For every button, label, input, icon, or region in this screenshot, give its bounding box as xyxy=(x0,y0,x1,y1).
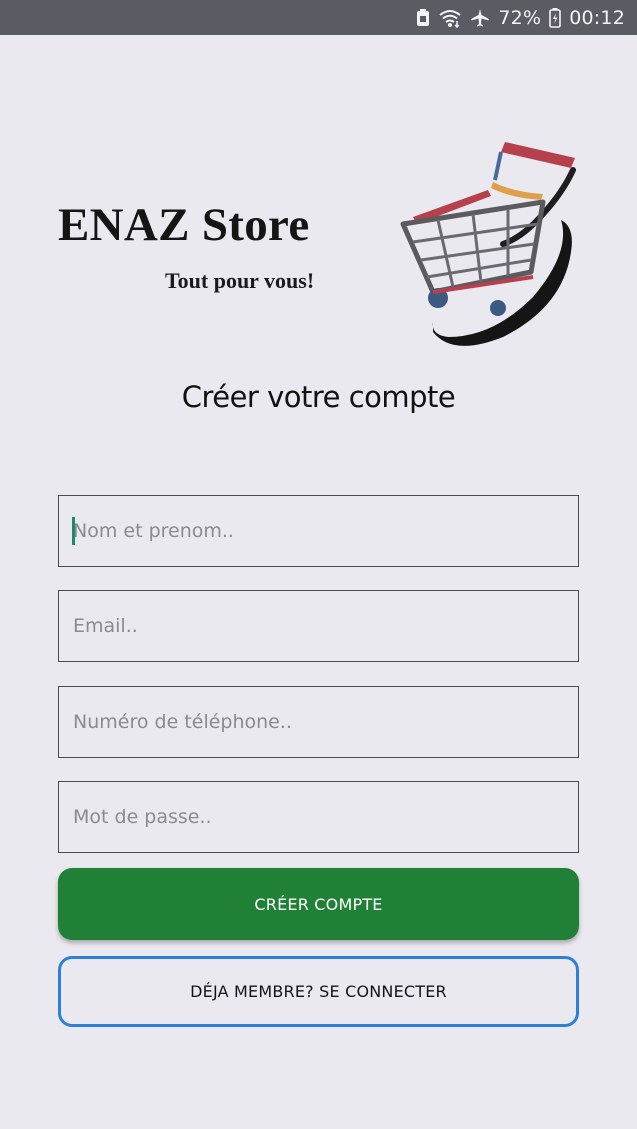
name-field[interactable] xyxy=(58,495,579,567)
clock: 00:12 xyxy=(569,6,625,29)
page-title: Créer votre compte xyxy=(181,380,456,414)
brand-name: ENAZ Store xyxy=(58,199,310,251)
wifi-icon xyxy=(438,8,462,28)
battery-icon xyxy=(549,7,562,28)
create-account-label: CRÉER COMPTE xyxy=(254,894,383,914)
airplane-icon xyxy=(470,8,490,28)
email-field[interactable] xyxy=(58,590,579,662)
status-bar: 72% 00:12 xyxy=(0,0,637,35)
login-button[interactable]: DÉJA MEMBRE? SE CONNECTER xyxy=(58,956,579,1027)
create-account-button[interactable]: CRÉER COMPTE xyxy=(58,868,579,940)
battery-percent: 72% xyxy=(498,6,542,29)
notification-icon xyxy=(416,8,430,27)
text-caret xyxy=(72,517,75,545)
shopping-cart-icon xyxy=(400,142,576,346)
brand-tagline: Tout pour vous! xyxy=(165,268,315,293)
phone-field[interactable] xyxy=(58,686,579,758)
login-label: DÉJA MEMBRE? SE CONNECTER xyxy=(190,982,447,1001)
password-field[interactable] xyxy=(58,781,579,853)
